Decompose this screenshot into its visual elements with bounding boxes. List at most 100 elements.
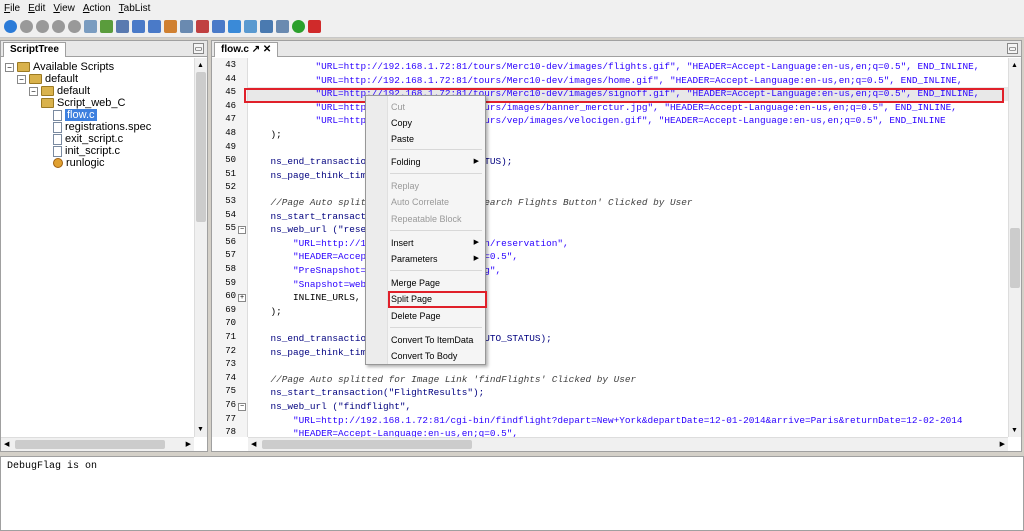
- menu-item-file[interactable]: File: [4, 3, 20, 14]
- window-icon[interactable]: [276, 20, 289, 33]
- scroll-left-icon[interactable]: ◀: [251, 440, 256, 448]
- line-number: 55: [225, 223, 236, 234]
- tree-node[interactable]: − default: [17, 73, 78, 85]
- toolbar: [0, 16, 1024, 38]
- context-menu: Cut Copy Paste Folding ▶ Replay Auto Correlate…: [365, 95, 486, 365]
- tree-horizontal-scrollbar[interactable]: ◀ ▶: [1, 437, 194, 451]
- tree-node[interactable]: runlogic: [53, 157, 105, 169]
- maximize-button[interactable]: ▭: [1007, 43, 1018, 54]
- context-menu-item-parameters[interactable]: Parameters ▶: [390, 252, 483, 266]
- upload-icon[interactable]: [148, 20, 161, 33]
- close-icon[interactable]: ✕: [263, 44, 271, 55]
- tree-node[interactable]: − Available Scripts: [5, 61, 114, 73]
- context-menu-item-replay[interactable]: Replay: [390, 179, 483, 193]
- debug-output: DebugFlag is on: [0, 456, 1024, 531]
- code-area[interactable]: "URL=http://192.168.1.72:81/tours/Merc10…: [248, 58, 1008, 437]
- code-line: ns_end_transaction("home", NS_AUTO_STATU…: [270, 156, 513, 168]
- step-icon[interactable]: [68, 20, 81, 33]
- context-menu-item-copy[interactable]: Copy: [390, 116, 483, 130]
- context-menu-item-merge-page[interactable]: Merge Page: [390, 276, 483, 290]
- line-number: 52: [225, 182, 236, 193]
- exit-icon[interactable]: [308, 20, 321, 33]
- context-menu-item-insert[interactable]: Insert ▶: [390, 236, 483, 250]
- context-menu-item-folding[interactable]: Folding ▶: [390, 155, 483, 169]
- scroll-thumb[interactable]: [1010, 228, 1020, 288]
- line-number: 71: [225, 332, 236, 342]
- fold-toggle-icon[interactable]: −: [238, 226, 246, 235]
- context-menu-item-delete-page[interactable]: Delete Page: [390, 309, 483, 323]
- scroll-down-icon[interactable]: ▼: [1011, 427, 1018, 434]
- code-line: //Page Auto splitted for Image Link 'fin…: [248, 373, 637, 385]
- line-number: 43: [225, 60, 236, 70]
- search-icon[interactable]: [180, 20, 193, 33]
- scroll-right-icon[interactable]: ▶: [186, 440, 191, 448]
- tree-node[interactable]: exit_script.c: [53, 133, 123, 145]
- tree-node[interactable]: flow.c: [53, 109, 97, 121]
- play-icon[interactable]: [4, 20, 17, 33]
- tree-node-label: flow.c: [65, 109, 97, 121]
- scroll-up-icon[interactable]: ▲: [197, 62, 205, 70]
- tree-node-label: Script_web_C: [57, 97, 126, 109]
- line-number: 44: [225, 73, 236, 84]
- fold-toggle-icon[interactable]: +: [238, 294, 246, 303]
- collapse-icon[interactable]: −: [5, 62, 14, 72]
- tree-vertical-scrollbar[interactable]: ▲ ▼: [194, 58, 207, 437]
- collapse-icon[interactable]: −: [29, 86, 38, 96]
- go-icon[interactable]: [292, 20, 305, 33]
- settings-icon[interactable]: [212, 20, 225, 33]
- scroll-thumb[interactable]: [196, 72, 206, 222]
- editor-horizontal-scrollbar[interactable]: ◀ ▶: [248, 437, 1008, 451]
- collapse-icon[interactable]: −: [17, 74, 26, 84]
- menu-item-view[interactable]: View: [53, 3, 75, 14]
- grid-icon[interactable]: [116, 20, 129, 33]
- minimize-button[interactable]: ▭: [193, 43, 204, 54]
- editor-tabstrip: flow.c ↗ ✕ ▭: [212, 41, 1021, 57]
- context-menu-item-convert-to-itemdata[interactable]: Convert To ItemData: [390, 333, 483, 347]
- add-icon[interactable]: [100, 20, 113, 33]
- context-menu-item-repeatable-block[interactable]: Repeatable Block: [390, 212, 483, 226]
- menu-separator: [390, 327, 482, 328]
- code-line: "PreSnapshot=webpage_1413537304.png",: [248, 264, 1008, 278]
- menu-item-action[interactable]: Action: [83, 3, 111, 14]
- scroll-left-icon[interactable]: ◀: [4, 440, 9, 448]
- code-editor-panel: flow.c ↗ ✕ ▭ 43 44 45 46 47 48 49 50 51 52 53 54 55−…: [211, 40, 1022, 452]
- menu-item-edit[interactable]: Edit: [28, 3, 45, 14]
- menu-item-tablist[interactable]: TabList: [119, 3, 151, 14]
- monitor-icon[interactable]: [260, 20, 273, 33]
- pause-icon[interactable]: [20, 20, 33, 33]
- file-icon: [53, 145, 62, 157]
- context-menu-item-paste[interactable]: Paste: [390, 132, 483, 146]
- record-icon[interactable]: [52, 20, 65, 33]
- fold-toggle-icon[interactable]: −: [238, 403, 246, 411]
- line-number: 73: [225, 359, 236, 370]
- context-menu-item-auto-correlate[interactable]: Auto Correlate: [390, 195, 483, 209]
- tree-node[interactable]: − default: [29, 85, 90, 97]
- tree-node[interactable]: registrations.spec: [53, 121, 151, 133]
- scroll-up-icon[interactable]: ▲: [1011, 62, 1018, 69]
- tree-node[interactable]: Script_web_C: [41, 97, 125, 109]
- hscroll-thumb[interactable]: [262, 440, 472, 449]
- script-tree: − Available Scripts − default − default Script…: [1, 58, 194, 437]
- stop-icon[interactable]: [36, 20, 49, 33]
- line-number: 77: [225, 413, 236, 424]
- download-icon[interactable]: [132, 20, 145, 33]
- refresh-icon[interactable]: [244, 20, 257, 33]
- scroll-right-icon[interactable]: ▶: [1000, 440, 1005, 448]
- pin-icon[interactable]: ↗: [252, 44, 260, 55]
- correlate-icon[interactable]: [196, 20, 209, 33]
- editor-vertical-scrollbar[interactable]: ▲ ▼: [1008, 58, 1021, 437]
- transaction-icon[interactable]: [164, 20, 177, 33]
- tree-node-label: registrations.spec: [65, 121, 152, 133]
- context-menu-item-convert-to-body[interactable]: Convert To Body: [390, 349, 483, 363]
- context-menu-item-cut[interactable]: Cut: [390, 100, 483, 114]
- tree-node[interactable]: init_script.c: [53, 145, 120, 157]
- scroll-down-icon[interactable]: ▼: [197, 426, 205, 434]
- tab-flow-c[interactable]: flow.c ↗ ✕: [214, 42, 279, 57]
- tab-scripttree[interactable]: ScriptTree: [3, 42, 66, 57]
- menu-item-label: Cut: [391, 102, 406, 112]
- info-icon[interactable]: [228, 20, 241, 33]
- hscroll-thumb[interactable]: [15, 440, 165, 449]
- new-icon[interactable]: [84, 20, 97, 33]
- menu-item-label: Merge Page: [391, 278, 441, 288]
